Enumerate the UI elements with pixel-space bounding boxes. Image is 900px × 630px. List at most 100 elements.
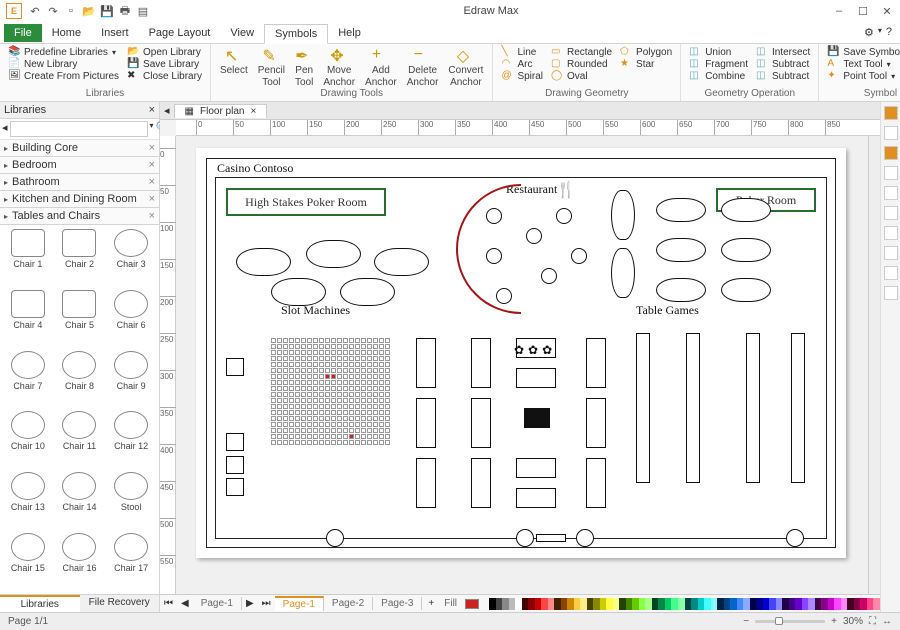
round-table[interactable] bbox=[556, 208, 572, 224]
long-table[interactable] bbox=[636, 333, 650, 483]
section-building-core[interactable]: ▸Building Core× bbox=[0, 140, 159, 157]
round-table[interactable] bbox=[486, 248, 502, 264]
shape-chair-2[interactable]: Chair 2 bbox=[56, 229, 104, 286]
prev-page-icon[interactable]: ◀ bbox=[177, 598, 193, 609]
menu-file[interactable]: File bbox=[4, 24, 42, 42]
fill-color-swatch[interactable] bbox=[465, 599, 479, 609]
oval-table[interactable] bbox=[236, 248, 291, 276]
oval-table[interactable] bbox=[306, 240, 361, 268]
shape-chair-3[interactable]: Chair 3 bbox=[107, 229, 155, 286]
section-bathroom[interactable]: ▸Bathroom× bbox=[0, 174, 159, 191]
canvas[interactable]: Casino Contoso High Stakes Poker Room Po… bbox=[176, 136, 868, 594]
shape-chair-4[interactable]: Chair 4 bbox=[4, 290, 52, 347]
convert-anchor-button[interactable]: ◇ ConvertAnchor bbox=[445, 46, 486, 88]
furniture[interactable] bbox=[516, 488, 556, 508]
furniture[interactable] bbox=[471, 458, 491, 508]
dice-icon[interactable] bbox=[226, 358, 244, 376]
polygon-button[interactable]: ⬠Polygon bbox=[618, 46, 674, 58]
section-close-icon[interactable]: × bbox=[149, 193, 155, 205]
settings-icon[interactable]: ⚙ bbox=[864, 26, 874, 39]
dice-icon[interactable] bbox=[226, 478, 244, 496]
page-tab-3[interactable]: Page-3 bbox=[373, 597, 422, 610]
color-bar[interactable] bbox=[489, 598, 880, 610]
furniture[interactable] bbox=[586, 458, 606, 508]
round-table[interactable] bbox=[496, 288, 512, 304]
shape-chair-8[interactable]: Chair 8 bbox=[56, 351, 104, 408]
dice-icon[interactable] bbox=[226, 456, 244, 474]
sidebar-close-icon[interactable]: × bbox=[149, 104, 155, 116]
furniture[interactable] bbox=[516, 368, 556, 388]
print-icon[interactable]: 🖶 bbox=[118, 4, 132, 18]
tab-close-icon[interactable]: × bbox=[250, 106, 256, 117]
rail-icon[interactable] bbox=[884, 286, 898, 300]
create-from-pictures-button[interactable]: 🖼Create From Pictures bbox=[6, 70, 121, 82]
pen-tool-button[interactable]: ✒ PenTool bbox=[292, 46, 316, 88]
fit-width-icon[interactable]: ↔ bbox=[882, 616, 892, 627]
help-icon[interactable]: ? bbox=[886, 26, 892, 39]
furniture[interactable] bbox=[516, 458, 556, 478]
close-library-button[interactable]: ✖Close Library bbox=[125, 70, 204, 82]
point-tool-button[interactable]: ✦Point Tool▾ bbox=[825, 70, 900, 82]
dice-icon[interactable] bbox=[226, 433, 244, 451]
zoom-out-icon[interactable]: − bbox=[743, 616, 749, 627]
line-button[interactable]: ╲Line bbox=[499, 46, 545, 58]
shape-chair-12[interactable]: Chair 12 bbox=[107, 411, 155, 468]
close-icon[interactable]: ✕ bbox=[880, 4, 894, 18]
zoom-slider[interactable] bbox=[755, 620, 825, 623]
rail-icon[interactable] bbox=[884, 226, 898, 240]
oval-table[interactable] bbox=[611, 248, 635, 298]
shape-chair-7[interactable]: Chair 7 bbox=[4, 351, 52, 408]
shape-chair-13[interactable]: Chair 13 bbox=[4, 472, 52, 529]
new-icon[interactable]: ▫ bbox=[64, 4, 78, 18]
shape-chair-1[interactable]: Chair 1 bbox=[4, 229, 52, 286]
spiral-button[interactable]: @Spiral bbox=[499, 70, 545, 82]
intersect-button[interactable]: ◫Intersect bbox=[754, 46, 812, 58]
arc-button[interactable]: ◠Arc bbox=[499, 58, 545, 70]
shape-chair-11[interactable]: Chair 11 bbox=[56, 411, 104, 468]
oval-button[interactable]: ◯Oval bbox=[549, 70, 614, 82]
rounded-button[interactable]: ▢Rounded bbox=[549, 58, 614, 70]
section-tables-and-chairs[interactable]: ▸Tables and Chairs× bbox=[0, 208, 159, 225]
open-library-button[interactable]: 📂Open Library bbox=[125, 46, 204, 58]
open-icon[interactable]: 📂 bbox=[82, 4, 96, 18]
furniture[interactable] bbox=[471, 398, 491, 448]
page-tab-1[interactable]: Page-1 bbox=[275, 596, 324, 611]
redo-icon[interactable]: ↷ bbox=[46, 4, 60, 18]
document-tab[interactable]: ▦Floor plan× bbox=[174, 104, 268, 118]
page[interactable]: Casino Contoso High Stakes Poker Room Po… bbox=[196, 148, 846, 558]
piano[interactable] bbox=[524, 408, 550, 428]
menu-insert[interactable]: Insert bbox=[91, 24, 139, 42]
move-anchor-button[interactable]: ✥ MoveAnchor bbox=[320, 46, 358, 88]
shape-chair-10[interactable]: Chair 10 bbox=[4, 411, 52, 468]
chevron-left-icon[interactable]: ◂ bbox=[160, 104, 174, 117]
menu-home[interactable]: Home bbox=[42, 24, 91, 42]
section-close-icon[interactable]: × bbox=[149, 210, 155, 222]
pencil-tool-button[interactable]: ✎ PencilTool bbox=[255, 46, 288, 88]
furniture[interactable] bbox=[586, 398, 606, 448]
menu-view[interactable]: View bbox=[220, 24, 264, 42]
oval-table[interactable] bbox=[656, 278, 706, 302]
door-icon[interactable] bbox=[516, 529, 534, 547]
long-table[interactable] bbox=[746, 333, 760, 483]
section-close-icon[interactable]: × bbox=[149, 159, 155, 171]
oval-table[interactable] bbox=[721, 278, 771, 302]
search-input[interactable] bbox=[10, 121, 148, 137]
high-stakes-room[interactable]: High Stakes Poker Room bbox=[226, 188, 386, 216]
furniture[interactable] bbox=[586, 338, 606, 388]
oval-table[interactable] bbox=[656, 238, 706, 262]
oval-table[interactable] bbox=[340, 278, 395, 306]
long-table[interactable] bbox=[686, 333, 700, 483]
menu-symbols[interactable]: Symbols bbox=[264, 24, 328, 44]
save-symbol-button[interactable]: 💾Save Symbol bbox=[825, 46, 900, 58]
furniture[interactable] bbox=[471, 338, 491, 388]
fragment-button[interactable]: ◫Fragment bbox=[687, 58, 750, 70]
round-table[interactable] bbox=[571, 248, 587, 264]
round-table[interactable] bbox=[486, 208, 502, 224]
oval-table[interactable] bbox=[721, 238, 771, 262]
shape-chair-9[interactable]: Chair 9 bbox=[107, 351, 155, 408]
combine-button[interactable]: ◫Combine bbox=[687, 70, 750, 82]
chevron-down-icon[interactable]: ▾ bbox=[150, 121, 154, 137]
rail-icon[interactable] bbox=[884, 246, 898, 260]
slot-machines[interactable] bbox=[271, 338, 390, 445]
section-close-icon[interactable]: × bbox=[149, 142, 155, 154]
